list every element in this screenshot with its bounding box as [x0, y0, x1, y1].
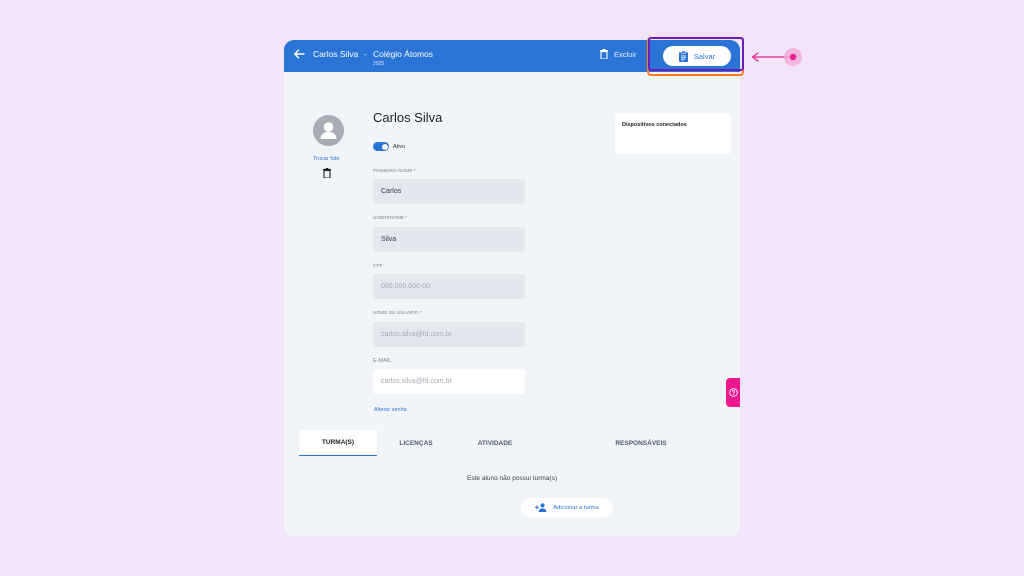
tab-guardians[interactable]: RESPONSÁVEIS [609, 430, 673, 456]
last-name-input[interactable]: Silva [373, 227, 525, 252]
toggle-knob [381, 143, 388, 150]
back-arrow-icon[interactable] [292, 47, 306, 61]
tab-bar: TURMA(S) LICENÇAS ATIVIDADE RESPONSÁVEIS [299, 430, 724, 456]
student-name-heading: Carlos Silva [373, 110, 443, 125]
first-name-label: PRIMEIRO NOME * [373, 169, 416, 174]
header-school-name: Colégio Átomos [373, 49, 434, 59]
add-to-class-button[interactable]: Adicionar a turma [521, 498, 613, 517]
delete-button[interactable]: Excluir [600, 49, 637, 59]
add-to-class-label: Adicionar a turma [553, 504, 599, 511]
cpf-input[interactable]: 000.000.000-00 [373, 274, 525, 299]
active-status-label: Ativo [393, 144, 406, 150]
add-person-icon [535, 503, 547, 512]
tab-classes[interactable]: TURMA(S) [299, 430, 377, 456]
last-name-label: SOBRENOME * [373, 216, 408, 221]
header-student-name: Carlos Silva [313, 49, 359, 59]
trash-icon [600, 49, 608, 59]
tab-activity[interactable]: ATIVIDADE [469, 430, 521, 456]
cpf-label: CPF [373, 264, 383, 269]
tab-licenses[interactable]: LICENÇAS [391, 430, 441, 456]
change-password-link[interactable]: Alterar senha [374, 407, 407, 413]
username-label: NOME DE USUÁRIO * [373, 311, 422, 316]
change-photo-link[interactable]: Trocar foto [313, 156, 339, 162]
username-input[interactable]: carlos.silva@fd.com.br [373, 322, 525, 347]
header-year: 2025 [373, 61, 385, 67]
header-separator: - [364, 49, 367, 59]
email-input[interactable]: carlos.silva@fd.com.br [373, 369, 525, 394]
email-label: E-MAIL [373, 358, 392, 364]
remove-photo-trash-icon[interactable] [323, 168, 331, 178]
avatar [313, 115, 344, 146]
first-name-input[interactable]: Carlos [373, 179, 525, 204]
help-side-tab[interactable] [726, 378, 740, 407]
active-status-toggle[interactable] [373, 142, 389, 151]
connected-devices-card: Dispositivos conectados [615, 113, 731, 154]
no-classes-message: Este aluno não possui turma(s) [467, 475, 557, 482]
pointer-arrow-icon [751, 48, 802, 66]
student-edit-panel: Carlos Silva - Colégio Átomos 2025 Exclu… [284, 40, 740, 536]
connected-devices-title: Dispositivos conectados [622, 122, 687, 128]
user-silhouette-icon [320, 122, 337, 139]
delete-label: Excluir [614, 49, 637, 59]
save-highlight-inner-frame [648, 37, 744, 71]
question-circle-icon [728, 388, 738, 397]
